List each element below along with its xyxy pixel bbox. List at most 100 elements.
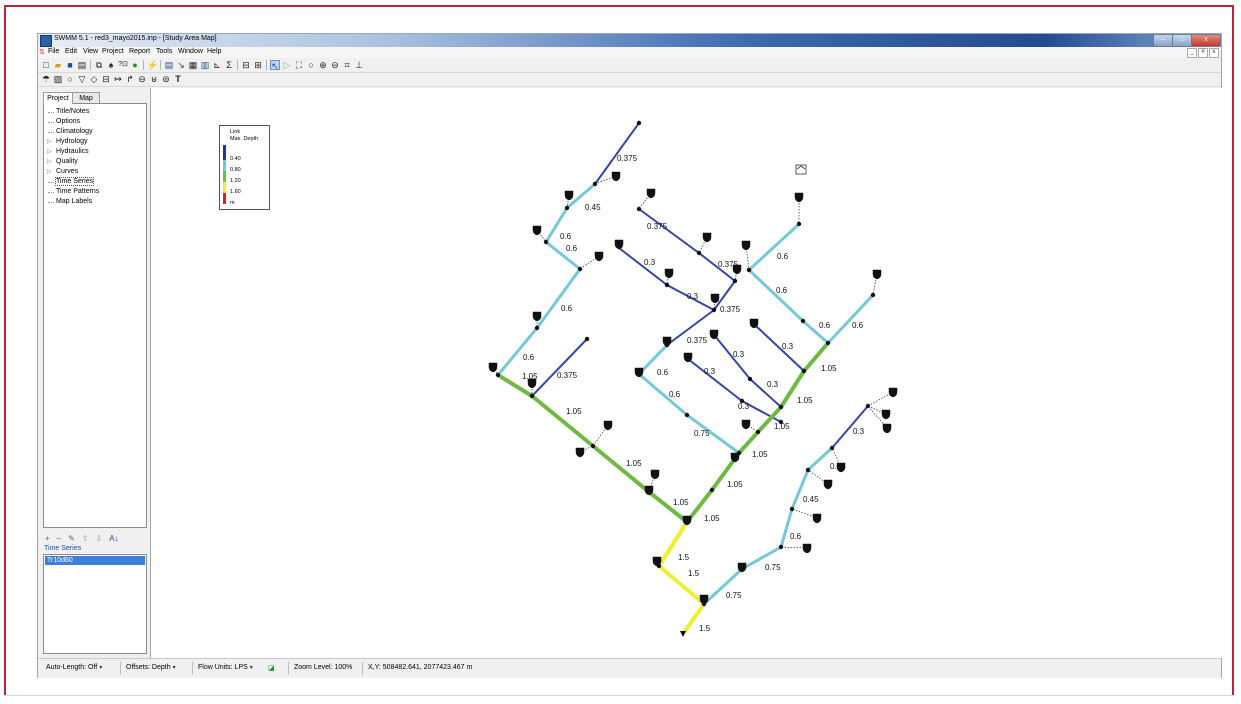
menu-file[interactable]: File (48, 48, 59, 55)
junction-node[interactable] (495, 372, 501, 378)
subcatchment-symbol[interactable] (802, 543, 812, 554)
tree-item-options[interactable]: Options (48, 118, 80, 125)
subcatchment-symbol[interactable] (872, 269, 882, 280)
subcatchment-symbol[interactable] (646, 188, 656, 199)
open-icon[interactable]: ▰ (53, 60, 63, 70)
menu-view[interactable]: View (83, 48, 98, 55)
junction-node[interactable] (778, 544, 784, 550)
subcatchment-symbol[interactable] (614, 239, 624, 250)
window-tile-icon[interactable]: ⊞ (253, 60, 263, 70)
chevron-down-icon[interactable]: ▾ (173, 665, 176, 671)
tree-item-title-notes[interactable]: Title/Notes (48, 108, 89, 115)
status-report-icon[interactable]: ▤ (164, 60, 174, 70)
menu-report[interactable]: Report (129, 48, 150, 55)
subcatchment-symbol[interactable] (709, 329, 719, 340)
statistics-icon[interactable]: Σ (224, 60, 234, 70)
measure-icon[interactable]: ⊥ (354, 60, 364, 70)
mdi-child-icon[interactable]: ⇅ (39, 48, 45, 56)
subcatchment-symbol[interactable] (650, 469, 660, 480)
subcatchment-symbol[interactable] (532, 311, 542, 322)
subcatchment-symbol[interactable] (644, 485, 654, 496)
subcatchment-symbol[interactable] (882, 423, 892, 434)
outfall-icon[interactable]: ▽ (77, 74, 87, 84)
copy-icon[interactable]: ⧉ (94, 60, 104, 70)
list-item[interactable]: Tr10d60 (45, 556, 145, 565)
subcatchment-symbol[interactable] (662, 336, 672, 347)
tree-item-hydraulics[interactable]: ▷ Hydraulics (47, 148, 89, 155)
tree-item-time-patterns[interactable]: Time Patterns (48, 188, 99, 195)
move-down-button[interactable]: ⇩ (96, 534, 103, 543)
new-icon[interactable]: □ (41, 60, 51, 70)
move-up-button[interactable]: ⇧ (82, 534, 89, 543)
subcatchment-symbol[interactable] (794, 192, 804, 203)
title-bar[interactable]: SWMM 5.1 - red3_mayo2015.inp - [Study Ar… (38, 34, 1221, 47)
minimize-button[interactable]: – (1153, 34, 1173, 47)
junction-node[interactable] (534, 325, 540, 331)
mdi-close-button[interactable]: x (1209, 48, 1219, 58)
subcatchment-symbol[interactable] (702, 232, 712, 243)
subcatchment-symbol[interactable] (823, 479, 833, 490)
full-extent-icon[interactable]: ⌗ (342, 60, 352, 70)
delete-object-button[interactable]: – (57, 534, 61, 543)
subcatchment-symbol[interactable] (594, 251, 604, 262)
conduit-icon[interactable]: ↦ (113, 74, 123, 84)
subcatchment-symbol[interactable] (888, 387, 898, 398)
junction-node[interactable] (747, 376, 753, 382)
tree-item-climatology[interactable]: Climatology (48, 128, 93, 135)
orifice-icon[interactable]: ⊖ (137, 74, 147, 84)
junction-node[interactable] (584, 336, 590, 342)
subcatchment-symbol[interactable] (664, 268, 674, 279)
map-legend[interactable]: Link Max. Depth 0.40 0.80 1.20 1.60 m (219, 125, 270, 210)
subcatchment-symbol[interactable] (741, 240, 751, 251)
storage-icon[interactable]: ⊟ (101, 74, 111, 84)
conduit-link[interactable] (779, 508, 794, 548)
conduit-link[interactable] (806, 446, 834, 472)
junction-node[interactable] (800, 318, 806, 324)
junction-node[interactable] (778, 404, 784, 410)
mdi-restore-button[interactable]: # (1198, 48, 1208, 58)
conduit-link[interactable] (647, 490, 689, 524)
outlet-icon[interactable]: ⊜ (161, 74, 171, 84)
zoom-in-icon[interactable]: ⊕ (318, 60, 328, 70)
subcatchment-symbol[interactable] (603, 420, 613, 431)
mdi-minimize-button[interactable]: _ (1187, 48, 1197, 58)
map-canvas[interactable]: 0.375 0.45 0.6 0.6 0.6 0.6 1.05 0.375 1.05 1.05 1.… (151, 88, 1222, 658)
junction-node[interactable] (789, 506, 795, 512)
conduit-link[interactable] (747, 222, 801, 272)
junction-node[interactable] (696, 250, 702, 256)
auto-length-status[interactable]: Auto-Length: Off ▾ (46, 664, 102, 671)
subcatchment-symbol[interactable] (682, 515, 692, 526)
junction-node[interactable] (829, 445, 835, 451)
junction-node[interactable] (664, 282, 670, 288)
junction-node[interactable] (529, 393, 535, 399)
conduit-link[interactable] (826, 293, 875, 345)
subcatchment-symbol[interactable] (532, 225, 542, 236)
conduit-link[interactable] (638, 208, 700, 254)
save-icon[interactable]: ■ (65, 60, 75, 70)
select-object-icon[interactable]: ↖ (270, 60, 280, 71)
time-series-icon[interactable]: ▦ (188, 60, 198, 70)
menu-project[interactable]: Project (102, 48, 124, 55)
close-button[interactable]: x (1191, 34, 1221, 47)
conduit-link[interactable] (530, 394, 595, 448)
tree-item-curves[interactable]: ▷ Curves (47, 168, 78, 175)
tree-item-hydrology[interactable]: ▷ Hydrology (47, 138, 88, 145)
raingage-icon[interactable]: ☂ (41, 74, 51, 84)
junction-node[interactable] (805, 467, 811, 473)
junction-node[interactable] (746, 267, 752, 273)
weir-icon[interactable]: ⊎ (149, 74, 159, 84)
label-icon[interactable]: T (173, 74, 183, 84)
tab-project[interactable]: Project (43, 92, 73, 104)
scatter-icon[interactable]: ⊾ (212, 60, 222, 70)
subcatchment-symbol[interactable] (634, 367, 644, 378)
add-object-button[interactable]: + (45, 534, 50, 543)
subcatchment-symbol[interactable] (710, 293, 720, 304)
maximize-button[interactable]: □ (1172, 34, 1192, 47)
subcatchment-symbol[interactable] (652, 556, 662, 567)
options-icon[interactable]: ⊟ (241, 60, 251, 70)
conduit-link[interactable] (687, 358, 743, 402)
expand-arrow-icon[interactable]: ▷ (47, 168, 52, 175)
junction-node[interactable] (636, 120, 642, 126)
divider-icon[interactable]: ◇ (89, 74, 99, 84)
subcatchment-symbol[interactable] (881, 409, 891, 420)
